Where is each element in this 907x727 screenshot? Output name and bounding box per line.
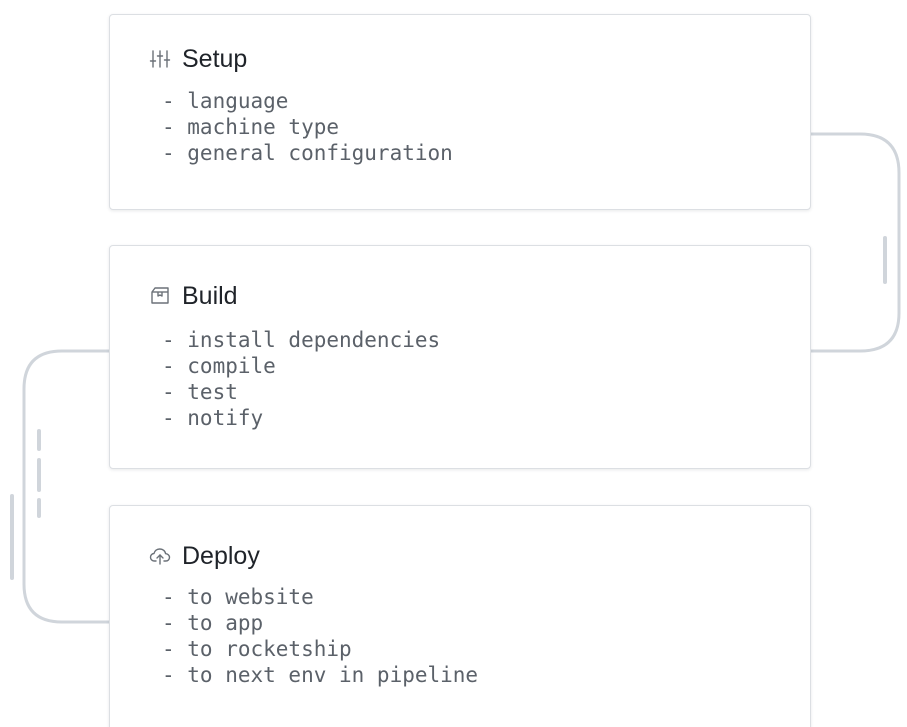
step-item: - to rocketship xyxy=(162,637,352,661)
sliders-icon xyxy=(149,48,171,70)
step-item: - to next env in pipeline xyxy=(162,663,479,687)
stage-card-deploy: Deploy - to website - to app - to rocket… xyxy=(109,505,811,727)
stage-title: Setup xyxy=(182,45,248,73)
stage-card-build: Build - install dependencies - compile -… xyxy=(109,245,811,469)
stage-header: Build xyxy=(149,282,238,310)
box-icon xyxy=(149,285,171,307)
step-item: - install dependencies xyxy=(162,328,441,352)
stage-title: Build xyxy=(182,282,238,310)
stage-title: Deploy xyxy=(182,542,260,570)
step-item: - language xyxy=(162,89,289,113)
cloud-upload-icon xyxy=(149,545,171,567)
stage-header: Setup xyxy=(149,45,247,73)
stage-steps: - to website - to app - to rocketship - … xyxy=(162,584,478,688)
stage-card-setup: Setup - language - machine type - genera… xyxy=(109,14,811,210)
stage-header: Deploy xyxy=(149,542,260,570)
step-item: - test xyxy=(162,380,238,404)
step-item: - to website xyxy=(162,585,314,609)
step-item: - compile xyxy=(162,354,276,378)
step-item: - to app xyxy=(162,611,264,635)
connector-build-to-deploy xyxy=(22,349,109,624)
step-item: - notify xyxy=(162,406,264,430)
stage-steps: - language - machine type - general conf… xyxy=(162,88,453,166)
stage-steps: - install dependencies - compile - test … xyxy=(162,327,440,431)
step-item: - general configuration xyxy=(162,141,453,165)
step-item: - machine type xyxy=(162,115,340,139)
